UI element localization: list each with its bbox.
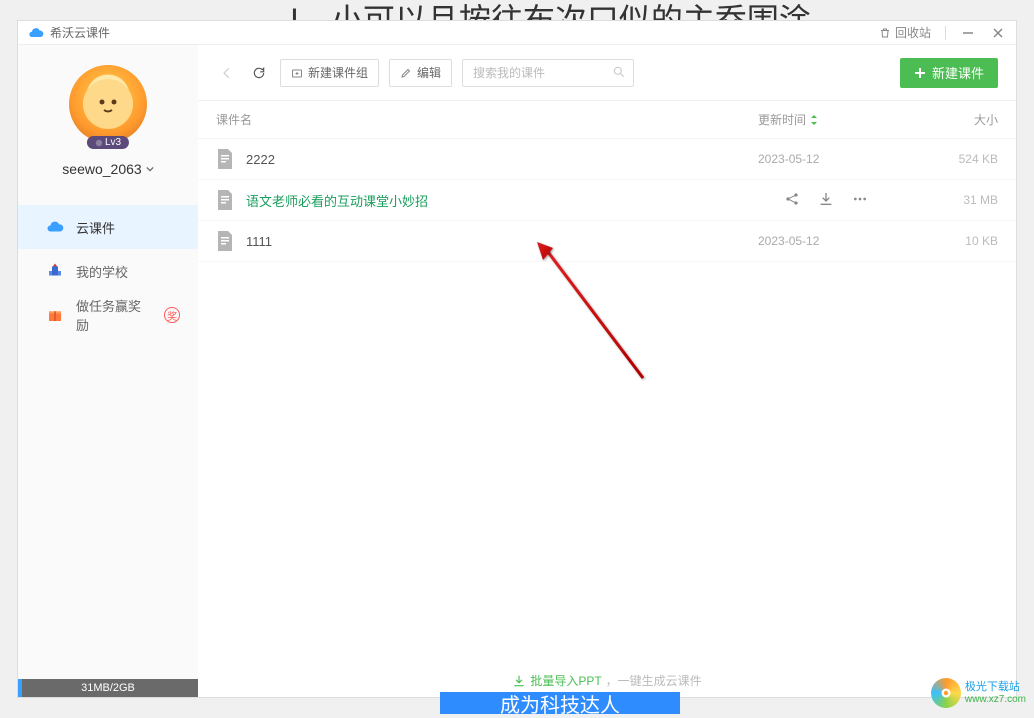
level-badge: Lv3: [87, 136, 129, 149]
edit-label: 编辑: [417, 64, 441, 81]
plus-icon: [914, 67, 926, 79]
file-icon: [216, 190, 236, 210]
avatar-face-icon: [90, 86, 126, 122]
app-title: 希沃云课件: [50, 24, 110, 41]
titlebar-left: 希沃云课件: [28, 24, 110, 41]
new-file-button[interactable]: 新建课件: [900, 58, 998, 88]
storage-bar: 31MB/2GB: [18, 679, 198, 697]
edit-icon: [400, 67, 412, 79]
row-actions: [784, 191, 868, 210]
watermark-logo: [931, 678, 961, 708]
storage-text: 31MB/2GB: [81, 682, 135, 694]
folder-plus-icon: [291, 67, 303, 79]
username-text: seewo_2063: [62, 161, 141, 177]
file-size: 524 KB: [908, 152, 998, 166]
file-name[interactable]: 2222: [246, 152, 758, 167]
sidebar-item-cloud[interactable]: 云课件: [18, 205, 198, 249]
search-wrap: [462, 59, 634, 87]
table-header: 课件名 更新时间 大小: [198, 101, 1016, 139]
file-icon: [216, 231, 236, 251]
titlebar: 希沃云课件 回收站: [18, 21, 1016, 45]
nav-label: 做任务赢奖励: [76, 296, 152, 334]
sidebar-item-tasks[interactable]: 做任务赢奖励 奖: [18, 293, 198, 337]
content: 新建课件组 编辑 新建课件 课件名 更新时间: [198, 45, 1016, 697]
footer-suffix: ，一键生成云课件: [606, 672, 702, 689]
nav-label: 云课件: [76, 218, 115, 237]
avatar: [69, 65, 147, 143]
col-time-header[interactable]: 更新时间: [758, 111, 908, 128]
trash-icon: [879, 27, 891, 39]
watermark-line2: www.xz7.com: [965, 694, 1026, 705]
search-input[interactable]: [462, 59, 634, 87]
gift-icon: [46, 306, 64, 324]
divider: [945, 26, 946, 40]
share-button[interactable]: [784, 191, 800, 210]
refresh-button[interactable]: [248, 62, 270, 84]
file-time: 2023-05-12: [758, 152, 908, 166]
back-button[interactable]: [216, 62, 238, 84]
import-ppt-link[interactable]: 批量导入PPT: [512, 672, 601, 689]
nav: 云课件 我的学校 做任务赢奖励 奖: [18, 205, 198, 337]
watermark: 极光下载站 www.xz7.com: [931, 678, 1026, 708]
new-group-button[interactable]: 新建课件组: [280, 59, 379, 87]
minimize-button[interactable]: [960, 25, 976, 41]
file-name[interactable]: 1111: [246, 234, 758, 249]
footer: 批量导入PPT ，一键生成云课件: [198, 672, 1016, 689]
col-name-header[interactable]: 课件名: [216, 111, 758, 128]
profile: Lv3 seewo_2063: [18, 45, 198, 187]
main-area: Lv3 seewo_2063 云课件 我的学校: [18, 45, 1016, 697]
nav-label: 我的学校: [76, 262, 128, 281]
avatar-wrap[interactable]: Lv3: [69, 65, 147, 143]
annotation-arrow: [533, 240, 663, 390]
file-icon: [216, 149, 236, 169]
username-dropdown[interactable]: seewo_2063: [62, 161, 153, 177]
background-button: 成为科技达人: [440, 692, 680, 714]
chevron-down-icon: [146, 165, 154, 173]
recycle-bin-button[interactable]: 回收站: [879, 24, 931, 41]
table-row[interactable]: 2222 2023-05-12 524 KB: [198, 139, 1016, 180]
sidebar: Lv3 seewo_2063 云课件 我的学校: [18, 45, 198, 697]
watermark-line1: 极光下载站: [965, 681, 1026, 693]
edit-button[interactable]: 编辑: [389, 59, 452, 87]
reward-badge: 奖: [164, 307, 180, 323]
search-icon: [612, 65, 626, 84]
file-time: 2023-05-12: [758, 234, 908, 248]
new-group-label: 新建课件组: [308, 64, 368, 81]
recycle-label: 回收站: [895, 24, 931, 41]
sidebar-item-school[interactable]: 我的学校: [18, 249, 198, 293]
file-size: 10 KB: [908, 234, 998, 248]
file-size: 31 MB: [908, 193, 998, 207]
close-button[interactable]: [990, 25, 1006, 41]
more-button[interactable]: [852, 191, 868, 210]
school-icon: [46, 262, 64, 280]
titlebar-right: 回收站: [879, 24, 1006, 41]
sort-icon: [810, 115, 818, 125]
toolbar: 新建课件组 编辑 新建课件: [198, 45, 1016, 101]
new-file-label: 新建课件: [932, 63, 984, 82]
cloud-icon: [28, 25, 44, 41]
cloud-nav-icon: [46, 218, 64, 236]
import-icon: [512, 674, 526, 688]
app-window: 希沃云课件 回收站: [17, 20, 1017, 698]
col-size-header[interactable]: 大小: [908, 111, 998, 128]
download-button[interactable]: [818, 191, 834, 210]
table-row[interactable]: 1111 2023-05-12 10 KB: [198, 221, 1016, 262]
file-name[interactable]: 语文老师必看的互动课堂小妙招: [246, 191, 784, 210]
table-row[interactable]: 语文老师必看的互动课堂小妙招 31 MB: [198, 180, 1016, 221]
